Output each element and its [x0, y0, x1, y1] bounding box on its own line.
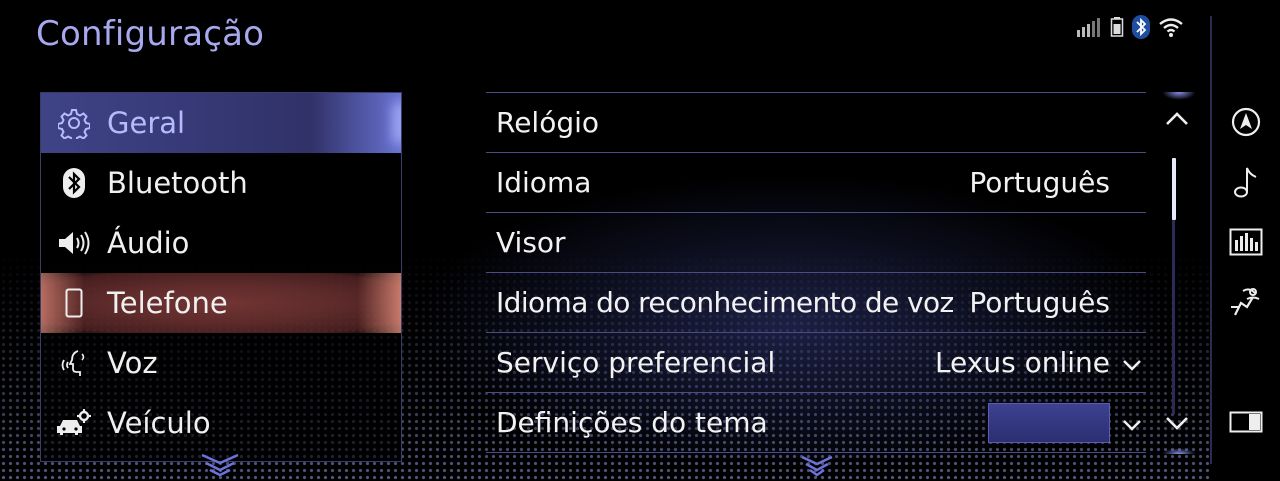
- menu-item-label: Geral: [107, 106, 186, 140]
- list-item-visor[interactable]: Visor: [486, 213, 1146, 273]
- scrollbar-bottom-glow: [1162, 448, 1196, 454]
- page-title: Configuração: [36, 14, 265, 54]
- menu-item-label: Voz: [107, 346, 158, 380]
- app-rail: [1212, 0, 1280, 480]
- vehicle-settings-icon: [41, 408, 107, 438]
- menu-item-bluetooth[interactable]: Bluetooth: [41, 153, 401, 213]
- row-label: Idioma do reconhecimento de voz: [496, 286, 954, 319]
- menu-item-label: Telefone: [107, 286, 228, 320]
- music-note-icon[interactable]: [1226, 162, 1266, 202]
- menu-item-label: Bluetooth: [107, 166, 248, 200]
- row-value: Português: [969, 166, 1110, 199]
- scroll-up-button[interactable]: [1164, 110, 1190, 132]
- menu-item-label: Áudio: [107, 226, 190, 260]
- equalizer-icon[interactable]: [1226, 222, 1266, 262]
- voice-icon: [41, 348, 107, 378]
- row-value: Português: [969, 286, 1110, 319]
- bluetooth-icon: [41, 168, 107, 198]
- phone-icon: [41, 288, 107, 318]
- menu-item-telefone[interactable]: Telefone: [41, 273, 401, 333]
- scrollbar-thumb[interactable]: [1172, 158, 1176, 220]
- menu-item-audio[interactable]: Áudio: [41, 213, 401, 273]
- list-scroll-more-icon[interactable]: [800, 455, 834, 481]
- menu-scroll-more-icon[interactable]: [200, 453, 240, 481]
- row-label: Idioma: [496, 166, 592, 199]
- scrollbar-top-glow: [1162, 92, 1196, 100]
- chevron-down-icon[interactable]: [1122, 346, 1142, 379]
- list-item-servico-preferencial[interactable]: Serviço preferencial Lexus online: [486, 333, 1146, 393]
- status-bar: [1076, 14, 1184, 40]
- list-item-idioma-voz[interactable]: Idioma do reconhecimento de voz Portuguê…: [486, 273, 1146, 333]
- list-item-relogio[interactable]: Relógio: [486, 92, 1146, 153]
- signal-icon: [1076, 16, 1102, 38]
- scroll-down-button[interactable]: [1164, 414, 1190, 436]
- gear-icon: [41, 107, 107, 139]
- list-item-definicoes-tema[interactable]: Definições do tema: [486, 393, 1146, 453]
- row-value: Lexus online: [934, 346, 1110, 379]
- settings-category-menu: Geral Bluetooth Áudio Telefone Voz Veícu…: [40, 92, 402, 462]
- theme-color-swatch: [988, 402, 1110, 443]
- menu-item-label: Veículo: [107, 406, 211, 440]
- menu-item-geral[interactable]: Geral: [41, 93, 401, 153]
- row-label: Visor: [496, 226, 566, 259]
- chevron-down-icon[interactable]: [1122, 406, 1142, 439]
- row-label: Relógio: [496, 106, 600, 139]
- speaker-icon: [41, 229, 107, 257]
- row-label: Serviço preferencial: [496, 346, 776, 379]
- list-item-idioma[interactable]: Idioma Português: [486, 153, 1146, 213]
- menu-item-voz[interactable]: Voz: [41, 333, 401, 393]
- climate-seat-icon[interactable]: [1226, 282, 1266, 322]
- settings-list: Relógio Idioma Português Visor Idioma do…: [486, 92, 1146, 453]
- row-label: Definições do tema: [496, 406, 768, 439]
- split-screen-icon[interactable]: [1226, 402, 1266, 442]
- navigation-icon[interactable]: [1226, 102, 1266, 142]
- phone-battery-icon: [1110, 16, 1124, 38]
- menu-item-veiculo[interactable]: Veículo: [41, 393, 401, 453]
- wifi-icon: [1158, 16, 1184, 38]
- bluetooth-icon: [1132, 15, 1150, 39]
